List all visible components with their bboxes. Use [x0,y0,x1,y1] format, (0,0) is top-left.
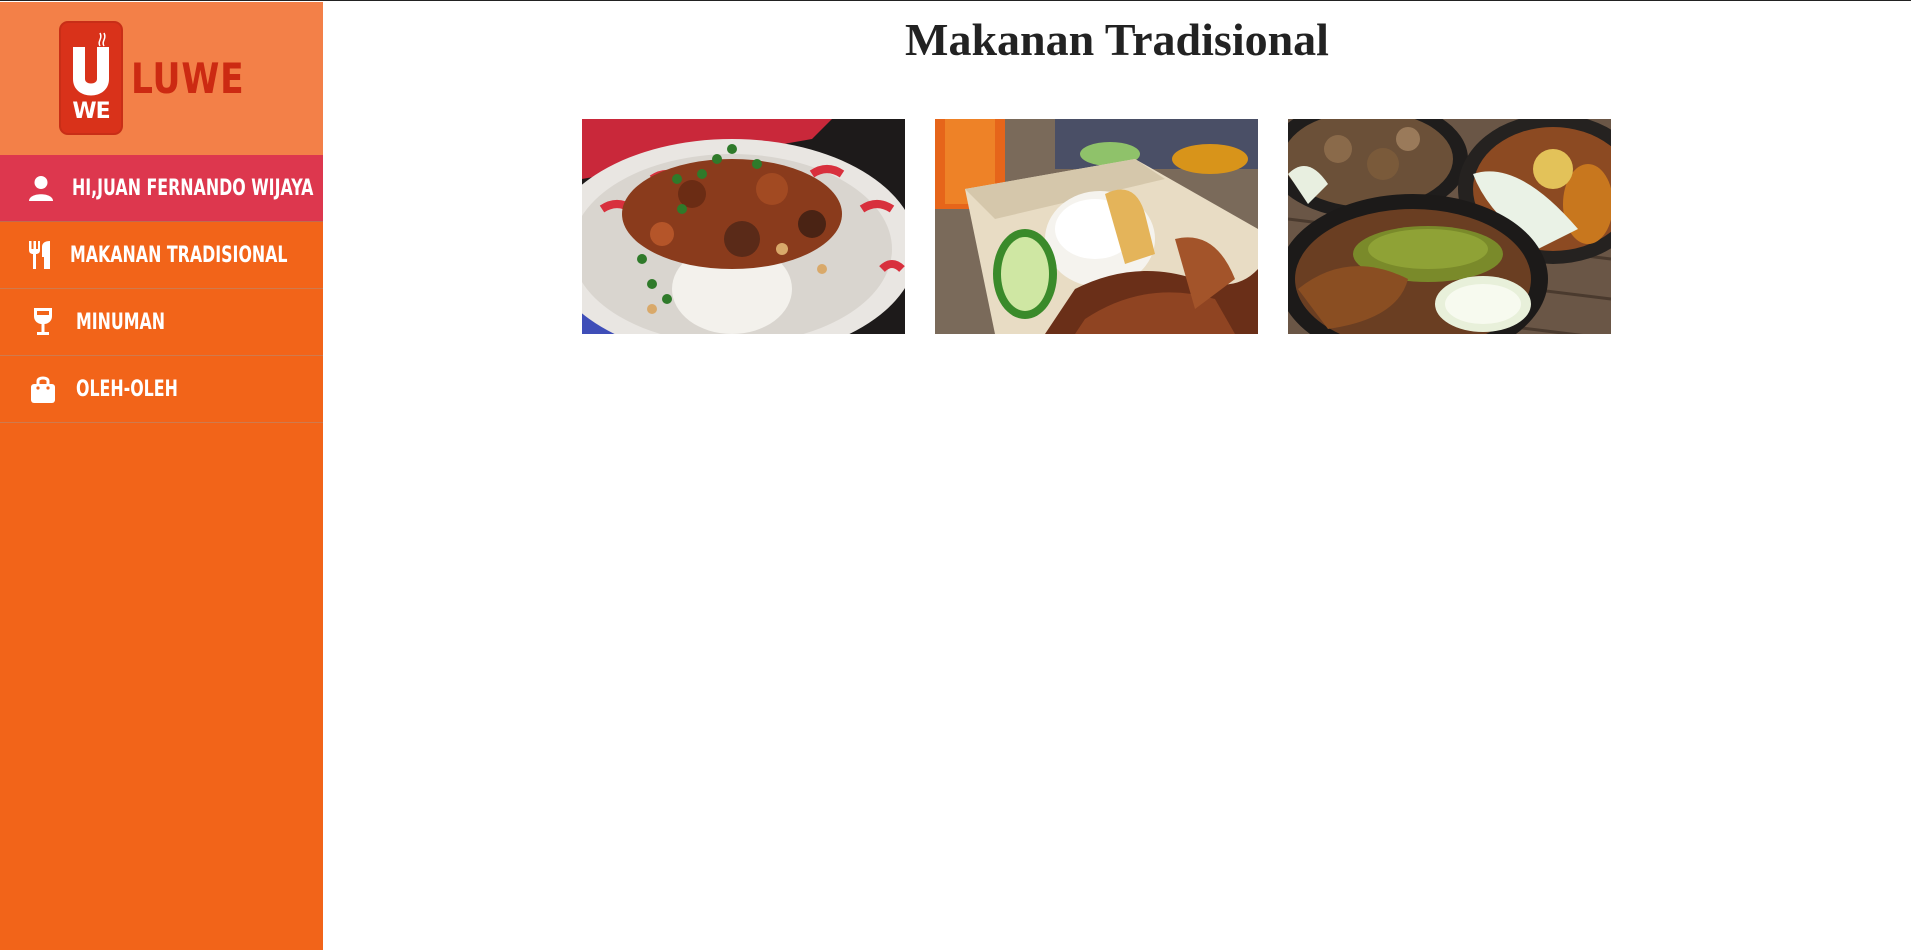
page-title: Makanan Tradisional [905,14,1329,65]
brand-name[interactable]: LUWE [131,54,244,103]
luwe-logo-icon[interactable]: WE [59,21,123,135]
food-photo-stone-plates[interactable] [1288,119,1611,334]
sidebar-item-minuman[interactable]: Minuman [0,289,323,356]
sidebar-item-label: Makanan Tradisional [70,242,288,268]
sidebar-menu: Hi,Juan Fernando Wijaya Makanan Tradisio… [0,155,323,423]
food-photo-rice-bowl[interactable] [582,119,905,334]
logo-badge-text: WE [72,99,110,124]
food-photo-fried-duck-rice[interactable] [935,119,1258,334]
shopping-bag-icon [28,374,58,404]
wine-glass-icon [28,307,58,337]
brand-header: WE LUWE [0,2,323,155]
fork-knife-icon [28,240,52,270]
u-letter-icon [73,47,109,96]
sidebar-item-label: Oleh-Oleh [76,376,178,402]
sidebar-item-label: Hi,Juan Fernando Wijaya [72,175,314,201]
sidebar-item-label: Minuman [76,309,166,335]
sidebar-item-user[interactable]: Hi,Juan Fernando Wijaya [0,155,323,222]
sidebar: WE LUWE Hi,Juan Fernando Wijaya Makanan … [0,2,323,950]
sidebar-item-oleh-oleh[interactable]: Oleh-Oleh [0,356,323,423]
sidebar-item-makanan-tradisional[interactable]: Makanan Tradisional [0,222,323,289]
food-gallery [582,119,1611,334]
steam-icon [98,32,106,47]
user-icon [28,173,54,203]
